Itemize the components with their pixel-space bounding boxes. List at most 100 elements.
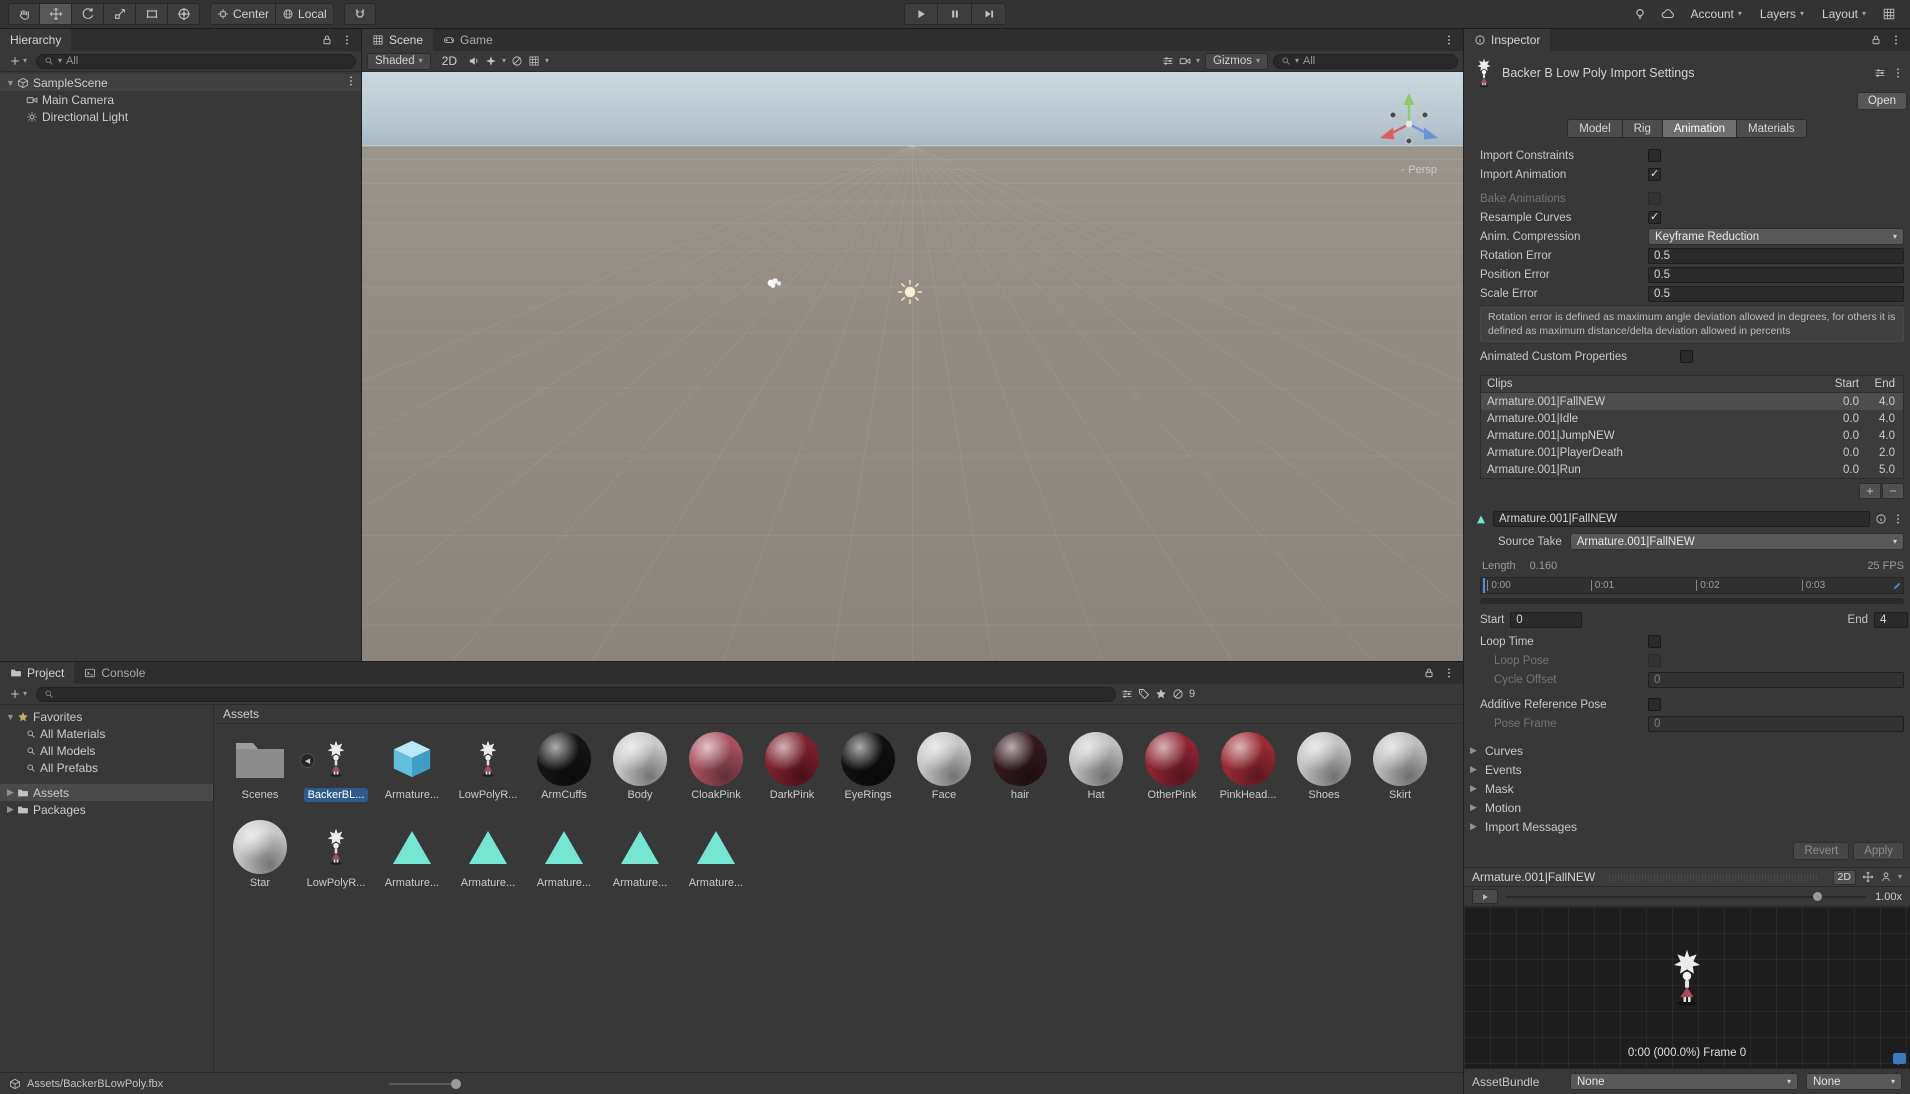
step-button[interactable] (972, 3, 1006, 25)
source-take-dropdown[interactable]: Armature.001|FallNEW ▾ (1569, 533, 1904, 551)
project-search-field[interactable] (36, 686, 1117, 702)
import-constraints-checkbox[interactable] (1648, 149, 1661, 162)
favorite-all-prefabs[interactable]: All Prefabs (0, 759, 213, 776)
rotation-error-field[interactable]: 0.5 (1648, 247, 1904, 264)
expand-subassets-button[interactable]: ◀ (300, 753, 315, 768)
directional-light-gizmo[interactable] (896, 278, 924, 306)
clip-name-field[interactable]: Armature.001|FallNEW (1493, 511, 1870, 528)
preview-avatar-icon[interactable] (1880, 871, 1892, 883)
asset-tile-material[interactable]: Shoes (1286, 732, 1362, 802)
tab-model[interactable]: Model (1567, 119, 1623, 138)
layers-dropdown[interactable]: Layers ▾ (1752, 3, 1812, 25)
clip-timeline-ruler[interactable]: 0:00 0:01 0:02 0:03 (1480, 577, 1904, 595)
apps-grid-button[interactable] (1876, 3, 1902, 25)
foldout-mask[interactable]: ▶ Mask (1464, 779, 1910, 798)
preview-gizmo-icon[interactable] (1862, 871, 1874, 883)
asset-tile-material[interactable]: DarkPink (754, 732, 830, 802)
clip-row[interactable]: Armature.001|PlayerDeath 0.0 2.0 (1481, 444, 1903, 461)
foldout-curves[interactable]: ▶ Curves (1464, 741, 1910, 760)
timeline-playhead[interactable] (1483, 578, 1485, 594)
end-field[interactable]: 4 (1874, 612, 1908, 629)
asset-tile-animation[interactable]: Armature... (602, 820, 678, 890)
tab-inspector[interactable]: Inspector (1464, 29, 1551, 51)
tab-animation[interactable]: Animation (1662, 119, 1738, 138)
loop-time-checkbox[interactable] (1648, 635, 1661, 649)
assetbundle-variant-dropdown[interactable]: None ▾ (1806, 1073, 1902, 1090)
foldout-collapsed-icon[interactable]: ▶ (4, 804, 17, 815)
asset-tile-material[interactable]: ArmCuffs (526, 732, 602, 802)
scene-visibility-icon[interactable] (511, 55, 523, 67)
foldout-collapsed-icon[interactable]: ▶ (4, 787, 17, 798)
favorite-all-materials[interactable]: All Materials (0, 725, 213, 742)
asset-tile-backerb[interactable]: ◀ BackerBL... (298, 732, 374, 802)
search-by-label-icon[interactable] (1138, 688, 1150, 700)
rotate-tool-button[interactable] (72, 3, 104, 25)
asset-tile-material[interactable]: EyeRings (830, 732, 906, 802)
panel-menu-icon[interactable] (1890, 34, 1902, 46)
chevron-down-icon[interactable]: ▾ (502, 57, 506, 65)
tab-materials[interactable]: Materials (1737, 119, 1807, 138)
move-tool-button[interactable] (40, 3, 72, 25)
foldout-expanded-icon[interactable]: ▼ (4, 78, 17, 88)
chevron-down-icon[interactable]: ▾ (1898, 873, 1902, 881)
hierarchy-item-directional-light[interactable]: Directional Light (0, 108, 361, 125)
slider-knob[interactable] (451, 1078, 462, 1089)
scene-camera-icon[interactable] (1179, 55, 1191, 67)
tab-scene[interactable]: Scene (362, 29, 434, 51)
tab-console[interactable]: Console (74, 662, 155, 684)
gizmos-dropdown[interactable]: Gizmos ▾ (1205, 52, 1268, 70)
clip-row[interactable]: Armature.001|Idle 0.0 4.0 (1481, 410, 1903, 427)
lock-icon[interactable] (1423, 667, 1435, 679)
scene-viewport[interactable]: ‹ Persp (362, 72, 1463, 661)
presets-icon[interactable] (1874, 67, 1886, 79)
anim-compression-dropdown[interactable]: Keyframe Reduction ▾ (1648, 228, 1904, 245)
asset-tile-armature-model[interactable]: Armature... (374, 732, 450, 802)
tab-project[interactable]: Project (0, 662, 75, 684)
asset-tile-material[interactable]: Face (906, 732, 982, 802)
slider-knob[interactable] (1812, 891, 1822, 901)
rect-tool-button[interactable] (136, 3, 168, 25)
header-menu-icon[interactable] (1892, 67, 1904, 79)
hierarchy-search-field[interactable]: ▾ All (36, 53, 356, 69)
notification-bubble-icon[interactable] (1893, 1053, 1906, 1065)
start-field[interactable]: 0 (1510, 612, 1583, 629)
scene-object-gizmo[interactable] (764, 275, 786, 291)
shading-mode-dropdown[interactable]: Shaded ▾ (367, 52, 431, 70)
asset-tile-animation[interactable]: Armature... (526, 820, 602, 890)
scene-menu-icon[interactable] (345, 75, 357, 87)
additive-reference-pose-checkbox[interactable] (1648, 698, 1661, 712)
tab-hierarchy[interactable]: Hierarchy (0, 29, 72, 51)
clip-row[interactable]: Armature.001|FallNEW 0.0 4.0 (1481, 393, 1903, 411)
orientation-gizmo[interactable] (1371, 84, 1447, 160)
foldout-events[interactable]: ▶ Events (1464, 760, 1910, 779)
create-asset-button[interactable]: ▾ (5, 686, 31, 703)
clip-menu-icon[interactable] (1892, 513, 1904, 525)
asset-tile-material[interactable]: Star (222, 820, 298, 890)
asset-tile-material[interactable]: CloakPink (678, 732, 754, 802)
tool-settings-icon[interactable] (1162, 55, 1174, 67)
cloud-services-button[interactable] (1655, 3, 1681, 25)
thumbnail-size-slider[interactable] (389, 1078, 462, 1089)
transform-tool-button[interactable] (168, 3, 200, 25)
asset-tile-material[interactable]: OtherPink (1134, 732, 1210, 802)
asset-tile-material[interactable]: Hat (1058, 732, 1134, 802)
foldout-import-messages[interactable]: ▶ Import Messages (1464, 817, 1910, 836)
scene-grid-toggle-icon[interactable] (528, 55, 540, 67)
panel-menu-icon[interactable] (341, 34, 353, 46)
favorite-all-models[interactable]: All Models (0, 742, 213, 759)
import-animation-checkbox[interactable] (1648, 167, 1661, 181)
asset-tile-material[interactable]: Body (602, 732, 678, 802)
preview-header[interactable]: Armature.001|FallNEW 2D ▾ (1464, 867, 1910, 888)
snap-settings-button[interactable] (343, 3, 376, 25)
scene-search-field[interactable]: ▾ All (1273, 53, 1458, 69)
asset-tile-animation[interactable]: Armature... (678, 820, 754, 890)
position-error-field[interactable]: 0.5 (1648, 266, 1904, 283)
open-button[interactable]: Open (1856, 92, 1907, 110)
preview-timeline-slider[interactable] (1506, 891, 1868, 901)
revert-button[interactable]: Revert (1793, 842, 1850, 861)
pause-button[interactable] (938, 3, 972, 25)
timeline-edit-icon[interactable] (1892, 581, 1902, 591)
preview-viewport[interactable]: 0:00 (000.0%) Frame 0 (1464, 907, 1910, 1068)
search-by-type-icon[interactable] (1121, 688, 1133, 700)
chevron-down-icon[interactable]: ▾ (545, 57, 549, 65)
